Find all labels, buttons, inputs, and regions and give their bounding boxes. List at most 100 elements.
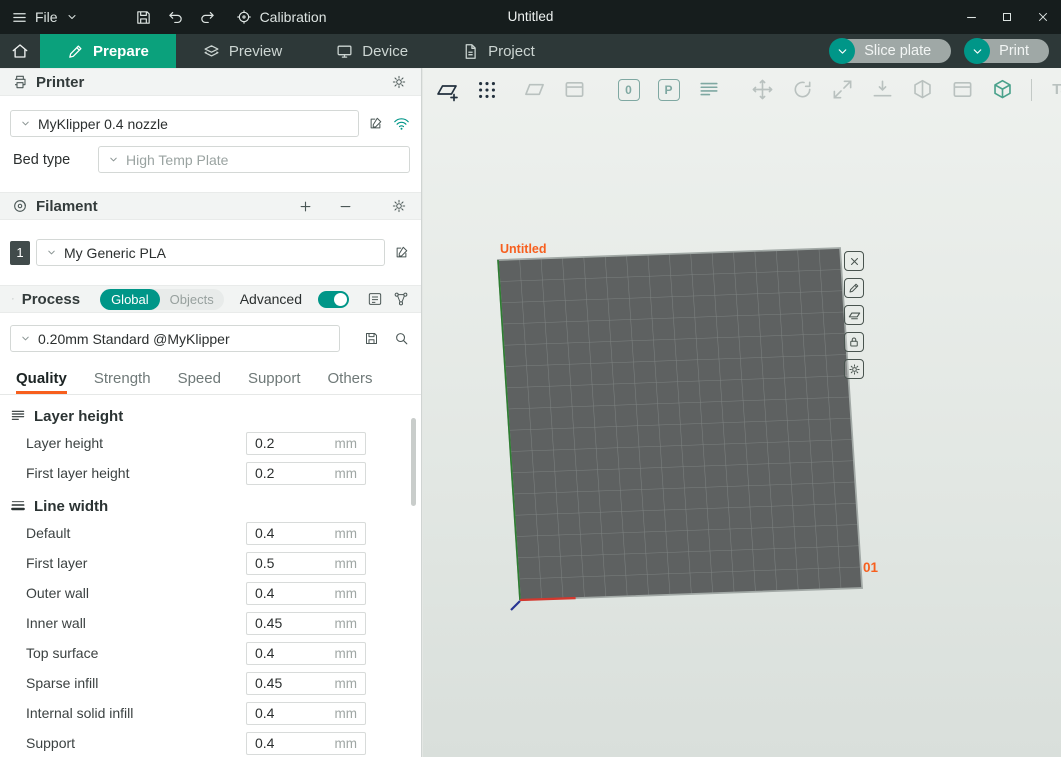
- process-stack-icon: [12, 291, 14, 307]
- move-tool-button[interactable]: [749, 76, 776, 103]
- filament-section-title: Filament: [36, 198, 98, 215]
- tab-speed[interactable]: Speed: [178, 370, 221, 394]
- sidebar-scrollbar[interactable]: [411, 418, 416, 506]
- support-line-width-input[interactable]: [255, 735, 317, 751]
- calibration-icon: [236, 9, 252, 25]
- floppy-icon: [364, 331, 379, 346]
- printer-settings-button[interactable]: [389, 72, 409, 92]
- gear-icon: [391, 74, 407, 90]
- param-label: Outer wall: [26, 585, 89, 601]
- build-plate[interactable]: [423, 68, 1061, 757]
- advanced-toggle[interactable]: [318, 291, 349, 308]
- tab-device[interactable]: Device: [309, 34, 435, 68]
- lay-flat-button[interactable]: [869, 76, 896, 103]
- plate-name-label[interactable]: Untitled: [500, 242, 547, 256]
- redo-icon: [199, 9, 216, 26]
- hamburger-menu-icon: [12, 10, 27, 25]
- outer-wall-line-width-input[interactable]: [255, 585, 317, 601]
- arrange-plate-button[interactable]: [844, 305, 864, 325]
- param-input-box: mm: [246, 462, 366, 485]
- file-menu[interactable]: File: [0, 0, 90, 34]
- lines-icon: [698, 79, 720, 101]
- search-parameters-button[interactable]: [391, 329, 411, 349]
- printer-icon: [12, 74, 28, 90]
- tab-support[interactable]: Support: [248, 370, 301, 394]
- variable-layer-height-button[interactable]: [949, 76, 976, 103]
- tab-others[interactable]: Others: [328, 370, 373, 394]
- top-surface-line-width-input[interactable]: [255, 645, 317, 661]
- prepare-icon: [67, 43, 84, 60]
- first-layer-line-width-input[interactable]: [255, 555, 317, 571]
- sparse-infill-line-width-input[interactable]: [255, 675, 317, 691]
- viewport-3d[interactable]: 0 P Ta Untitl: [423, 68, 1061, 757]
- first-layer-height-input[interactable]: [255, 465, 317, 481]
- param-input-box: mm: [246, 552, 366, 575]
- scope-objects-option[interactable]: Objects: [160, 292, 224, 307]
- text-tool-button[interactable]: Ta: [1047, 76, 1061, 103]
- grid-dots-icon: [476, 79, 498, 101]
- tab-device-label: Device: [362, 43, 408, 60]
- fill-bed-button[interactable]: 0: [615, 76, 642, 103]
- param-label: Support: [26, 735, 75, 751]
- arrange-all-button[interactable]: [473, 76, 500, 103]
- inner-wall-line-width-input[interactable]: [255, 615, 317, 631]
- param-label: Default: [26, 525, 70, 541]
- print-options-dropdown[interactable]: [964, 38, 990, 64]
- minimize-button[interactable]: [953, 0, 989, 34]
- add-filament-button[interactable]: [295, 196, 315, 216]
- compare-presets-button[interactable]: [367, 289, 383, 309]
- tab-preview[interactable]: Preview: [176, 34, 309, 68]
- calibration-button[interactable]: Calibration: [224, 0, 339, 34]
- auto-orient-button[interactable]: [521, 76, 548, 103]
- settings-sidebar: Printer MyKlipper 0.4 nozzle Bed type Hi…: [0, 68, 422, 757]
- param-label: First layer: [26, 555, 87, 571]
- filament-settings-button[interactable]: [389, 196, 409, 216]
- scale-tool-button[interactable]: [829, 76, 856, 103]
- parameter-graph-button[interactable]: [393, 289, 409, 309]
- scope-global-option[interactable]: Global: [100, 289, 160, 310]
- preview-icon: [203, 43, 220, 60]
- tab-prepare[interactable]: Prepare: [40, 34, 176, 68]
- filament-index-badge[interactable]: 1: [10, 241, 30, 265]
- chevron-down-icon: [20, 333, 31, 344]
- edit-plate-name-button[interactable]: [844, 278, 864, 298]
- slice-plate-button[interactable]: Slice plate: [829, 38, 951, 64]
- list-icon: [367, 291, 383, 307]
- assembly-view-button[interactable]: [989, 76, 1016, 103]
- redo-button[interactable]: [192, 0, 224, 34]
- plate-settings-button[interactable]: [844, 359, 864, 379]
- param-unit: mm: [335, 436, 358, 451]
- internal-solid-infill-line-width-input[interactable]: [255, 705, 317, 721]
- delete-plate-button[interactable]: [844, 251, 864, 271]
- window-icon: [563, 78, 586, 101]
- process-preset-select[interactable]: 0.20mm Standard @MyKlipper: [10, 325, 340, 352]
- tab-quality[interactable]: Quality: [16, 370, 67, 394]
- plate-preset-button[interactable]: P: [655, 76, 682, 103]
- split-object-button[interactable]: [909, 76, 936, 103]
- edit-printer-preset-button[interactable]: [365, 114, 385, 134]
- plate-list-button[interactable]: [695, 76, 722, 103]
- bracket-p-icon: P: [658, 79, 680, 101]
- printer-preset-select[interactable]: MyKlipper 0.4 nozzle: [10, 110, 359, 137]
- add-plate-button[interactable]: [433, 76, 460, 103]
- tab-project[interactable]: Project: [435, 34, 562, 68]
- bed-type-select[interactable]: High Temp Plate: [98, 146, 410, 173]
- rotate-tool-button[interactable]: [789, 76, 816, 103]
- lock-plate-button[interactable]: [844, 332, 864, 352]
- save-preset-button[interactable]: [361, 329, 381, 349]
- filament-preset-select[interactable]: My Generic PLA: [36, 239, 385, 266]
- home-button[interactable]: [0, 34, 40, 68]
- undo-button[interactable]: [160, 0, 192, 34]
- printer-connection-button[interactable]: [391, 114, 411, 134]
- default-line-width-input[interactable]: [255, 525, 317, 541]
- project-icon: [462, 43, 479, 60]
- layer-height-input[interactable]: [255, 435, 317, 451]
- save-button[interactable]: [128, 0, 160, 34]
- remove-filament-button[interactable]: [335, 196, 355, 216]
- edit-filament-preset-button[interactable]: [391, 243, 411, 263]
- print-button[interactable]: Print: [964, 38, 1049, 64]
- tab-strength[interactable]: Strength: [94, 370, 151, 394]
- maximize-button[interactable]: [989, 0, 1025, 34]
- split-view-button[interactable]: [561, 76, 588, 103]
- close-button[interactable]: [1025, 0, 1061, 34]
